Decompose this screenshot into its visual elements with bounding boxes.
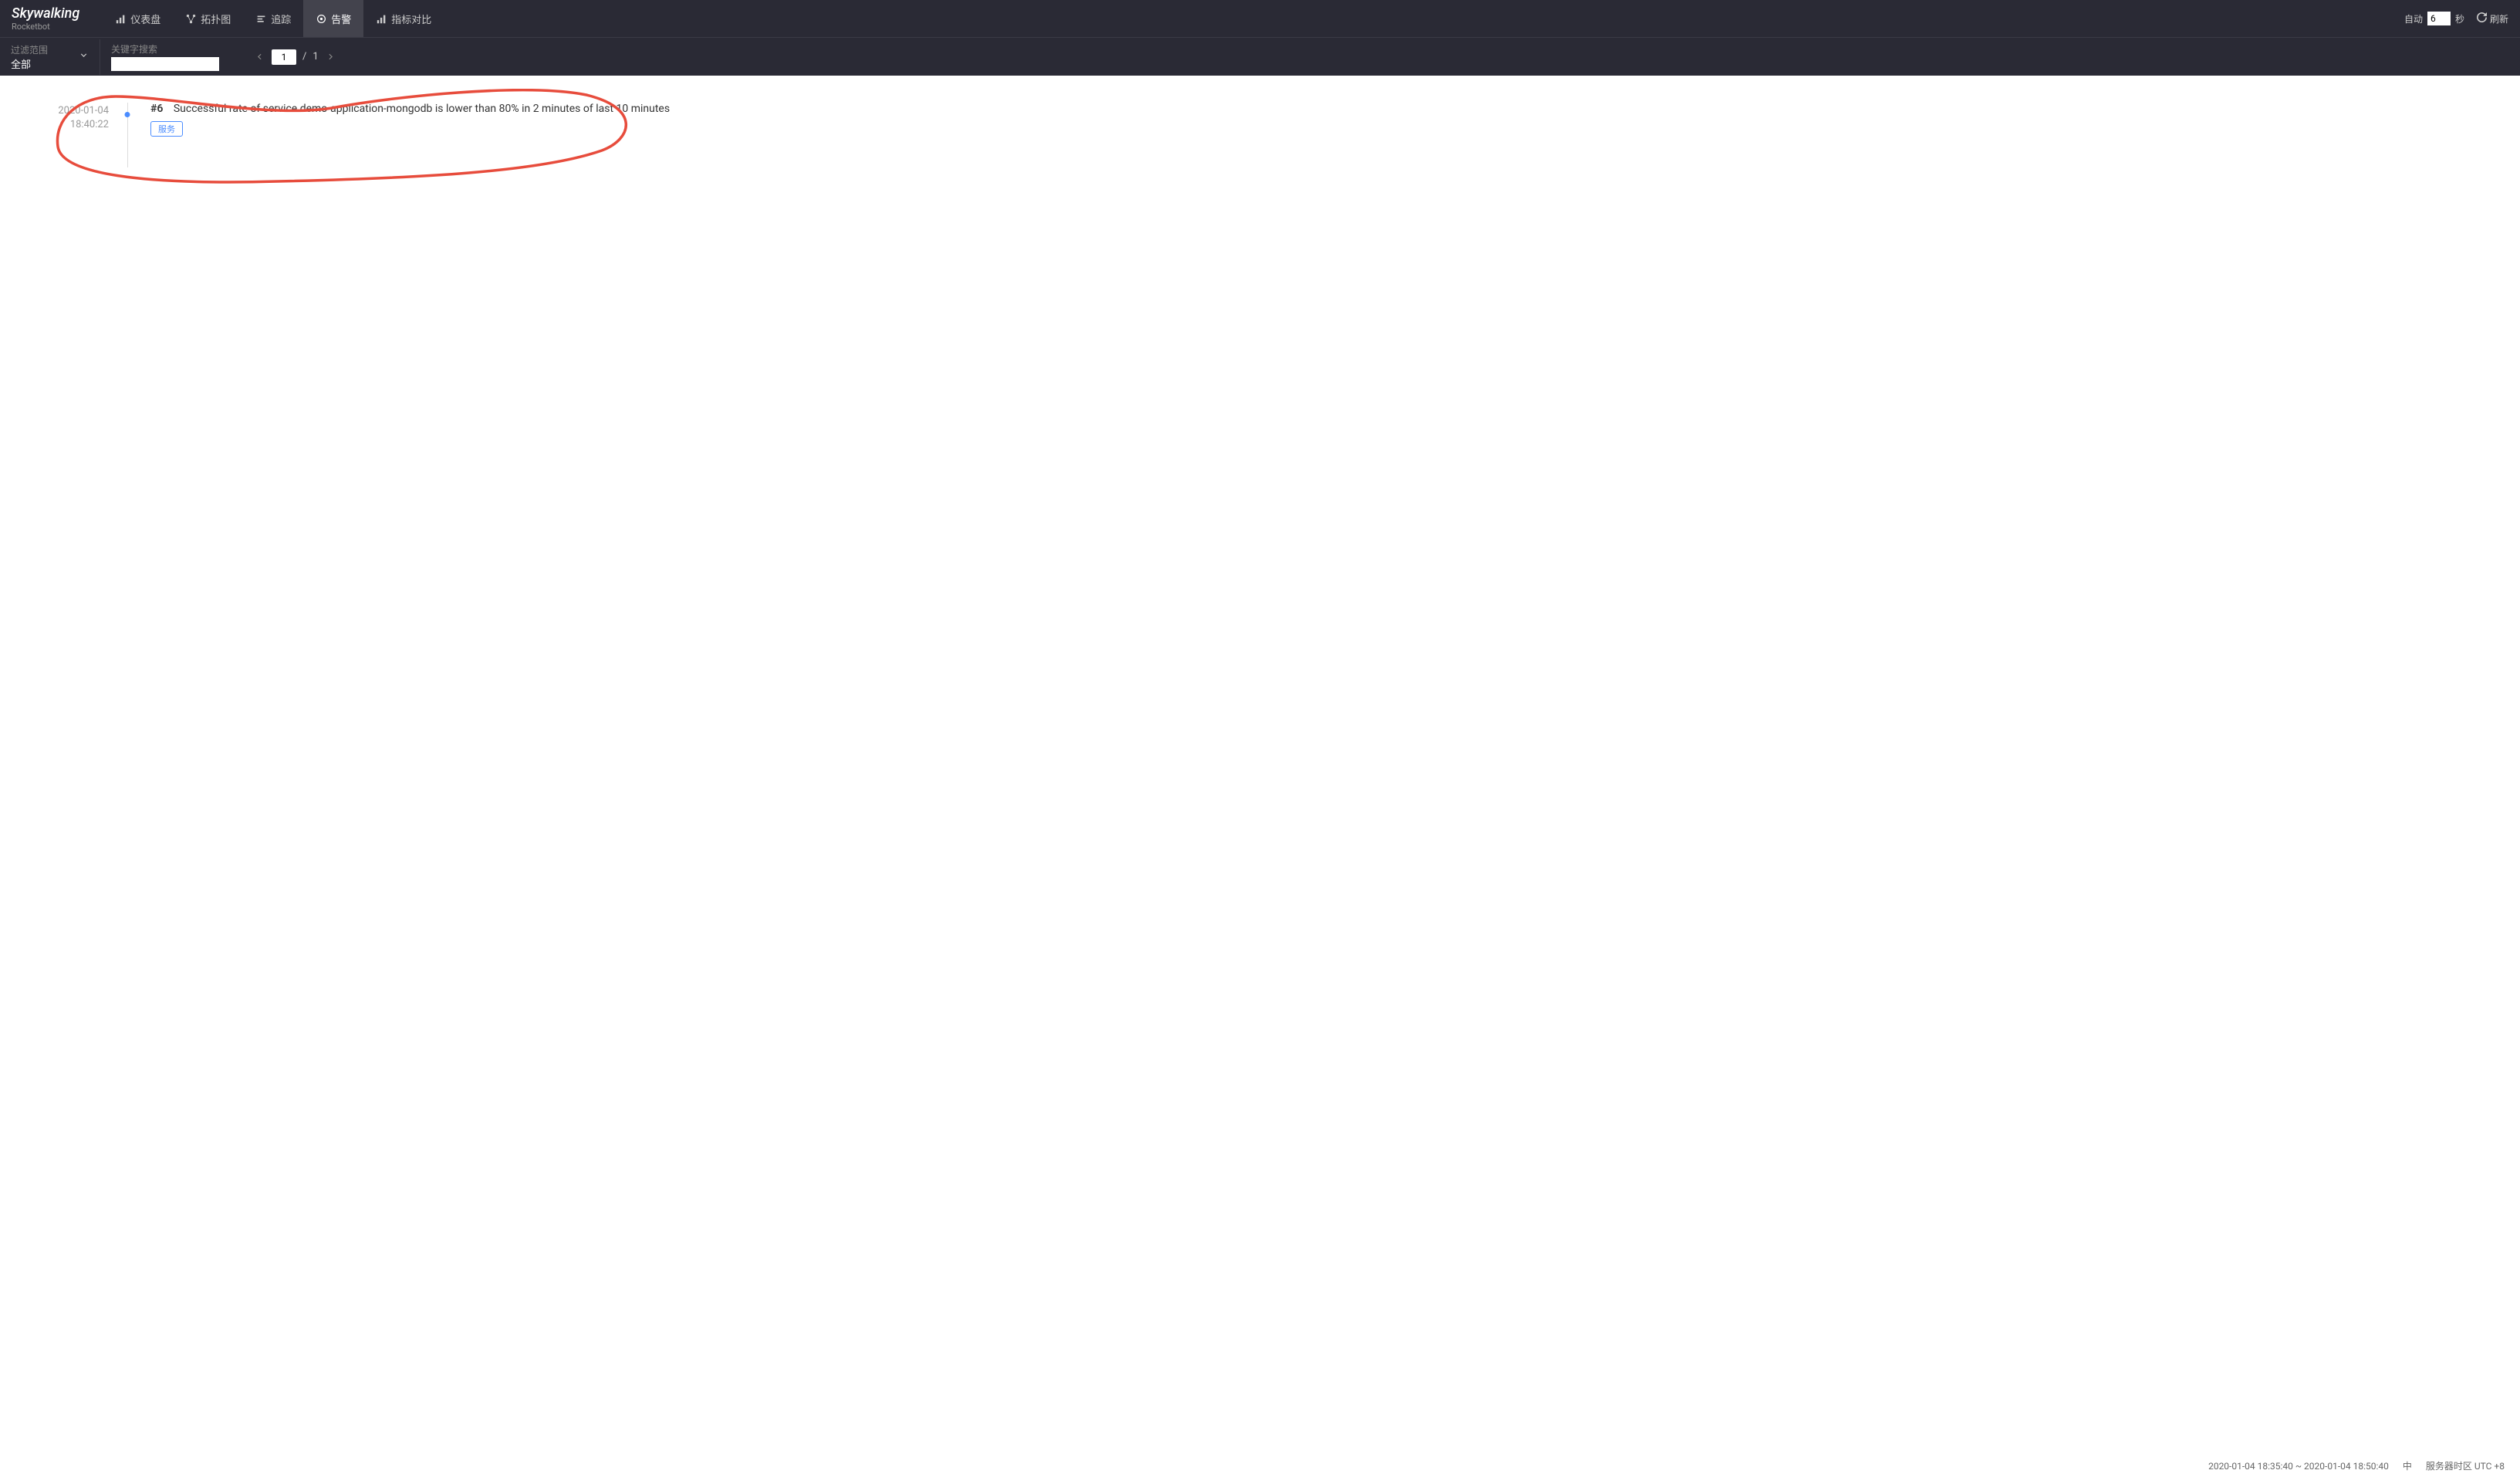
footer: 2020-01-04 18:35:40 ~ 2020-01-04 18:50:4…: [2201, 1455, 2512, 1477]
page-separator: /: [302, 51, 306, 63]
alarm-title: #6 Successful rate of service demo-appli…: [150, 103, 2489, 115]
nav-label: 仪表盘: [130, 12, 160, 26]
logo-subtitle: Rocketbot: [12, 22, 79, 32]
alarm-body: #6 Successful rate of service demo-appli…: [135, 103, 2489, 137]
nav-label: 告警: [331, 12, 351, 26]
logo: Skywalking Rocketbot: [12, 5, 87, 32]
alarm-icon: [316, 13, 326, 24]
alarm-number: #6: [150, 103, 163, 115]
trace-icon: [255, 13, 266, 24]
alarm-time: 18:40:22: [31, 118, 109, 132]
page-total: 1: [312, 51, 318, 63]
filter-scope-value: 全部: [11, 56, 48, 71]
refresh-label: 刷新: [2490, 12, 2508, 25]
nav-label: 追踪: [271, 12, 291, 26]
filter-scope-dropdown[interactable]: 过滤范围 全部: [0, 39, 100, 75]
nav-topology[interactable]: 拓扑图: [173, 0, 243, 37]
nav-label: 拓扑图: [201, 12, 231, 26]
time-range[interactable]: 2020-01-04 18:35:40 ~ 2020-01-04 18:50:4…: [2208, 1461, 2389, 1472]
compare-icon: [376, 13, 387, 24]
alarm-content: 2020-01-04 18:40:22 #6 Successful rate o…: [0, 76, 2520, 156]
refresh-icon: [2477, 12, 2487, 25]
auto-seconds-input[interactable]: [2427, 12, 2451, 25]
nav-dashboard[interactable]: 仪表盘: [103, 0, 173, 37]
alarm-row[interactable]: 2020-01-04 18:40:22 #6 Successful rate o…: [31, 103, 2489, 137]
timezone-label: 服务器时区 UTC +8: [2426, 1459, 2505, 1472]
logo-title: Skywalking: [12, 5, 79, 22]
chevron-down-icon: [79, 50, 89, 63]
alarm-message: Successful rate of service demo-applicat…: [174, 103, 670, 115]
sub-header: 过滤范围 全部 关键字搜索 / 1: [0, 37, 2520, 76]
seconds-label: 秒: [2455, 12, 2464, 25]
keyword-label: 关键字搜索: [111, 42, 219, 56]
page-next-button[interactable]: [325, 51, 337, 63]
page-current-input[interactable]: [272, 49, 296, 65]
nav-metrics-compare[interactable]: 指标对比: [363, 0, 444, 37]
header-right: 自动 秒 刷新: [2404, 12, 2508, 25]
keyword-search: 关键字搜索: [100, 39, 230, 75]
alarm-tag: 服务: [150, 121, 183, 137]
auto-label: 自动: [2404, 12, 2423, 25]
refresh-button[interactable]: 刷新: [2477, 12, 2508, 25]
chart-bar-icon: [115, 13, 126, 24]
language-toggle[interactable]: 中: [2403, 1459, 2412, 1472]
filter-scope-label: 过滤范围: [11, 43, 48, 56]
timeline-dot-icon: [125, 112, 130, 117]
keyword-input[interactable]: [111, 57, 219, 71]
pagination: / 1: [253, 49, 337, 65]
nav-alarm[interactable]: 告警: [303, 0, 363, 37]
nav-trace[interactable]: 追踪: [243, 0, 303, 37]
page-prev-button[interactable]: [253, 51, 265, 63]
top-header: Skywalking Rocketbot 仪表盘 拓扑图 追踪 告警 指标对比: [0, 0, 2520, 37]
nav-label: 指标对比: [391, 12, 431, 26]
topology-icon: [185, 13, 196, 24]
alarm-date: 2020-01-04: [31, 104, 109, 118]
alarm-timestamp: 2020-01-04 18:40:22: [31, 103, 120, 137]
timeline: [120, 103, 135, 137]
